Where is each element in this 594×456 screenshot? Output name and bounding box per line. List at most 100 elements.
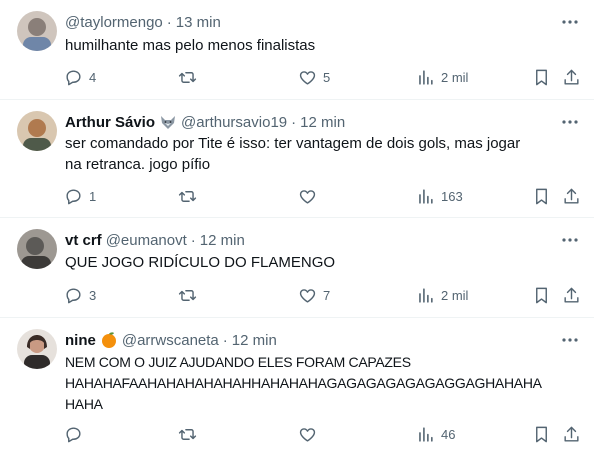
retweet-button[interactable]	[178, 185, 203, 207]
timestamp[interactable]: 12 min	[300, 114, 345, 131]
reply-icon	[64, 425, 83, 444]
retweet-button[interactable]	[178, 284, 203, 306]
view-count: 2 mil	[441, 69, 469, 85]
avatar[interactable]	[17, 329, 57, 369]
views-button[interactable]: 2 mil	[416, 284, 468, 306]
retweet-icon	[178, 425, 197, 444]
share-button[interactable]	[562, 423, 581, 445]
views-icon	[416, 187, 435, 206]
retweet-button[interactable]	[178, 423, 203, 445]
tweet[interactable]: nine @arrwscaneta · 12 min NEM COM O JUI…	[0, 318, 594, 456]
bookmark-icon	[532, 68, 551, 87]
separator: ·	[190, 231, 196, 249]
view-count: 46	[441, 426, 456, 442]
tweet-text: NEM COM O JUIZ AJUDANDO ELES FORAM CAPAZ…	[65, 352, 574, 415]
separator: ·	[222, 331, 228, 349]
share-button[interactable]	[562, 185, 581, 207]
bookmark-button[interactable]	[532, 185, 551, 207]
user-handle[interactable]: @eumanovt	[106, 232, 187, 249]
share-icon	[562, 187, 581, 206]
tweet-header: nine @arrwscaneta · 12 min	[65, 330, 554, 350]
reply-icon	[64, 187, 83, 206]
user-handle[interactable]: @arrwscaneta	[122, 332, 219, 349]
retweet-icon	[178, 68, 197, 87]
retweet-icon	[178, 187, 197, 206]
retweet-icon	[178, 286, 197, 305]
retweet-button[interactable]	[178, 66, 203, 88]
separator: ·	[291, 113, 297, 131]
bookmark-icon	[532, 187, 551, 206]
tweet-text-line: NEM COM O JUIZ AJUDANDO ELES FORAM CAPAZ…	[65, 354, 411, 370]
bookmark-icon	[532, 286, 551, 305]
reply-button[interactable]	[64, 423, 89, 445]
heart-icon	[298, 425, 317, 444]
tweet-text: humilhante mas pelo menos finalistas	[65, 37, 316, 54]
tweet-header: vt crf @eumanovt · 12 min	[65, 230, 554, 250]
more-options-icon[interactable]	[560, 330, 580, 350]
user-handle[interactable]: @taylormengo	[65, 14, 163, 31]
reply-count: 3	[89, 287, 97, 303]
orange-emoji-icon	[100, 331, 118, 349]
like-button[interactable]	[298, 423, 323, 445]
views-button[interactable]: 46	[416, 423, 455, 445]
timestamp[interactable]: 12 min	[232, 332, 277, 349]
action-bar: 4 5 2 mil	[60, 66, 582, 88]
tweet-header: Arthur Sávio @arthursavio19 · 12 min	[65, 112, 554, 132]
bookmark-icon	[532, 425, 551, 444]
action-bar: 3 7 2 mil	[60, 284, 582, 306]
tweet-text: QUE JOGO RIDÍCULO DO FLAMENGO	[65, 254, 336, 271]
tweet-text-line: HAHAHAFAAHAHAHAHAHAHHAHAHAHAGAGAGAGAGAGA…	[65, 375, 542, 391]
tweet[interactable]: @taylormengo · 13 min humilhante mas pel…	[0, 0, 594, 100]
heart-icon	[298, 286, 317, 305]
user-handle[interactable]: @arthursavio19	[181, 114, 287, 131]
reply-button[interactable]: 4	[64, 66, 96, 88]
avatar[interactable]	[17, 229, 57, 269]
display-name[interactable]: Arthur Sávio	[65, 114, 155, 131]
display-name[interactable]: nine	[65, 332, 96, 349]
more-options-icon[interactable]	[560, 112, 580, 132]
like-button[interactable]	[298, 185, 323, 207]
like-count: 5	[323, 69, 331, 85]
tweet-header: @taylormengo · 13 min	[65, 12, 554, 32]
view-count: 2 mil	[441, 287, 469, 303]
views-icon	[416, 68, 435, 87]
like-button[interactable]: 5	[298, 66, 330, 88]
separator: ·	[166, 13, 172, 31]
like-button[interactable]: 7	[298, 284, 330, 306]
share-icon	[562, 68, 581, 87]
timestamp[interactable]: 13 min	[176, 14, 221, 31]
action-bar: 46	[60, 423, 582, 445]
share-icon	[562, 286, 581, 305]
more-options-icon[interactable]	[560, 230, 580, 250]
share-button[interactable]	[562, 284, 581, 306]
reply-icon	[64, 68, 83, 87]
reply-count: 4	[89, 69, 97, 85]
display-name[interactable]: vt crf	[65, 232, 102, 249]
views-button[interactable]: 2 mil	[416, 66, 468, 88]
share-icon	[562, 425, 581, 444]
views-icon	[416, 425, 435, 444]
reply-icon	[64, 286, 83, 305]
avatar[interactable]	[17, 11, 57, 51]
bookmark-button[interactable]	[532, 66, 551, 88]
tweet[interactable]: Arthur Sávio @arthursavio19 · 12 min ser…	[0, 100, 594, 218]
reply-button[interactable]: 1	[64, 185, 96, 207]
tweet[interactable]: vt crf @eumanovt · 12 min QUE JOGO RIDÍC…	[0, 218, 594, 318]
view-count: 163	[441, 188, 463, 204]
reply-count: 1	[89, 188, 97, 204]
share-button[interactable]	[562, 66, 581, 88]
action-bar: 1 163	[60, 185, 582, 207]
wolf-emoji-icon	[159, 113, 177, 131]
views-button[interactable]: 163	[416, 185, 463, 207]
timestamp[interactable]: 12 min	[200, 232, 245, 249]
views-icon	[416, 286, 435, 305]
bookmark-button[interactable]	[532, 284, 551, 306]
reply-button[interactable]: 3	[64, 284, 96, 306]
bookmark-button[interactable]	[532, 423, 551, 445]
tweet-text: ser comandado por Tite é isso: ter vanta…	[65, 135, 521, 173]
heart-icon	[298, 68, 317, 87]
like-count: 7	[323, 287, 331, 303]
more-options-icon[interactable]	[560, 12, 580, 32]
avatar[interactable]	[17, 111, 57, 151]
tweet-text-line: HAHA	[65, 396, 103, 412]
